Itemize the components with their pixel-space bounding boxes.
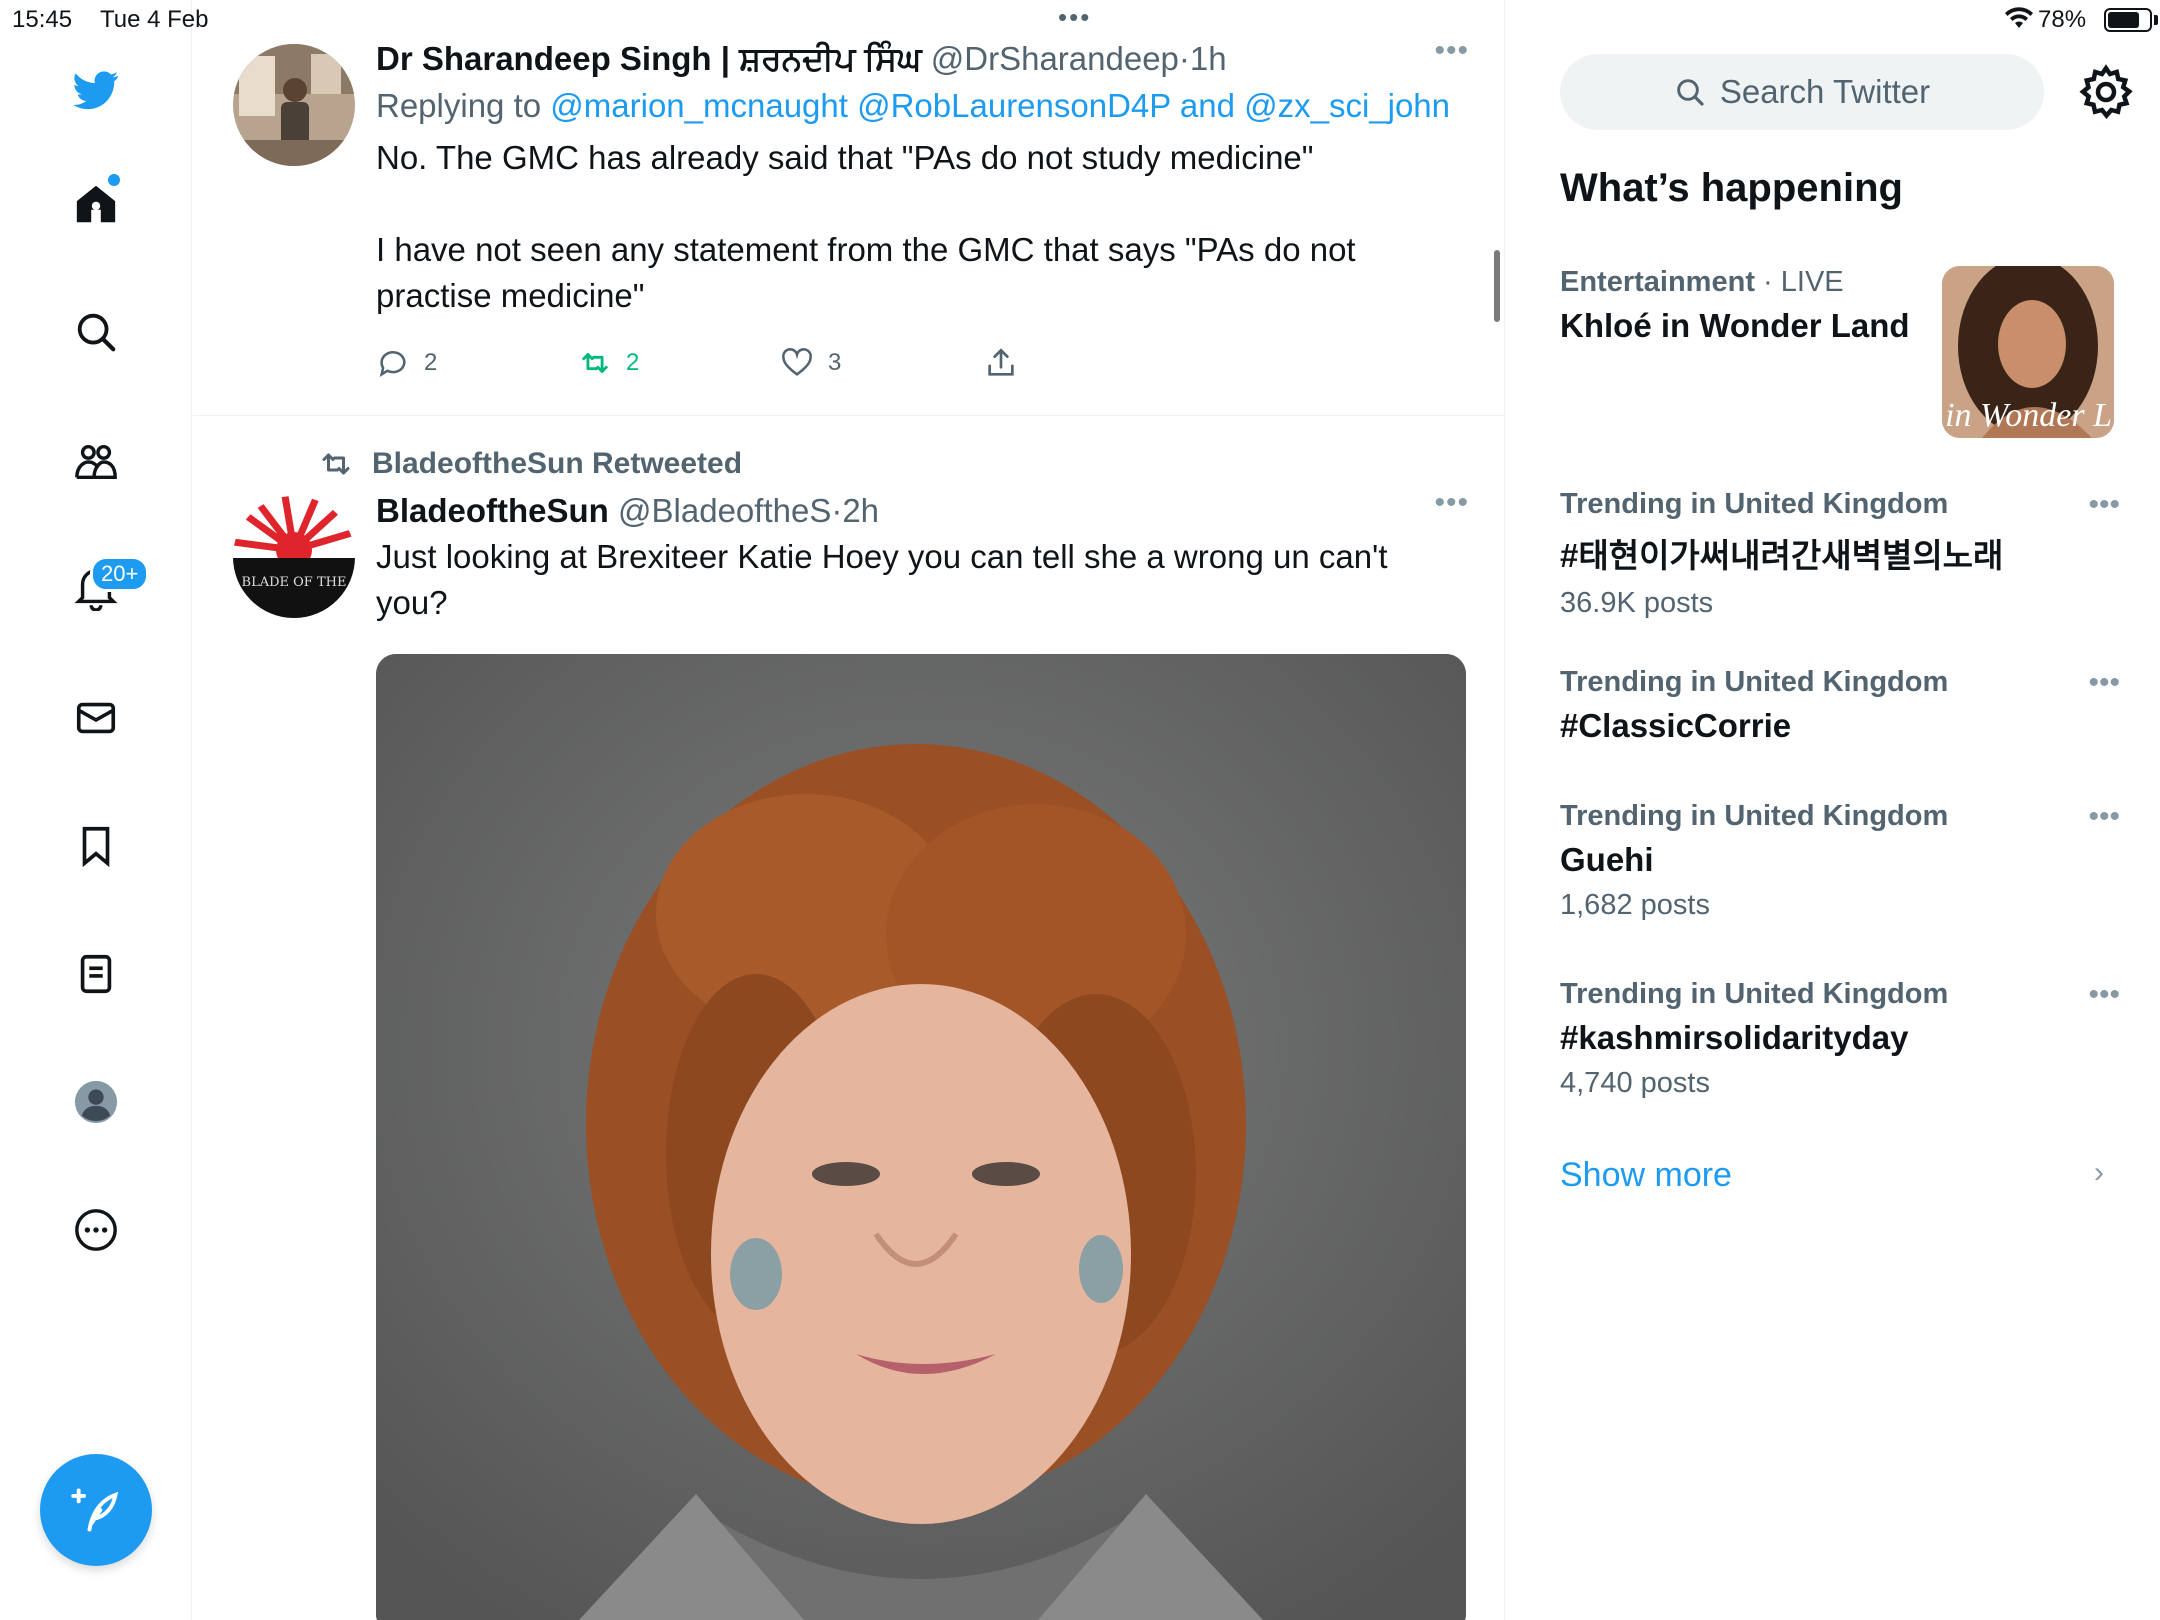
communities-icon[interactable] [64,430,128,494]
trend-item[interactable]: Trending in United Kingdom #ClassicCorri… [1560,666,2120,745]
trend-title: #태현이가써내려간새벽별의노래 [1560,537,2004,574]
twitter-logo-icon[interactable] [64,58,128,122]
timeline: Dr Sharandeep Singh | ਸ਼ਰਨਦੀਪ ਸਿੰਘ @DrSh… [193,0,1505,1620]
trend-more-icon[interactable]: ••• [2088,800,2120,834]
live-label: LIVE [1780,266,1844,298]
avatar[interactable] [233,44,355,166]
avatar[interactable]: BLADE OF THE [233,496,355,618]
right-sidebar: Search Twitter What’s happening Entertai… [1506,0,2160,1620]
share-button[interactable] [984,346,1018,380]
multitask-dots[interactable]: ••• [1058,2,1091,33]
trend-title: #kashmirsolidarityday [1560,1019,1909,1056]
tweet-text: Just looking at Brexiteer Katie Hoey you… [376,538,1388,621]
separator-dot: · [831,492,843,529]
profile-icon[interactable] [64,1070,128,1134]
search-placeholder: Search Twitter [1719,73,1931,110]
tweet-paragraph: No. The GMC has already said that "PAs d… [376,139,1314,176]
gear-icon[interactable] [2076,62,2136,122]
tweet-more-icon[interactable]: ••• [1434,486,1469,520]
status-date: Tue 4 Feb [100,6,209,33]
trend-count: 1,682 posts [1560,889,1710,921]
status-bar: 15:45 Tue 4 Feb ••• 78% [0,0,2160,40]
trend-category: Entertainment [1560,266,1755,298]
wifi-icon [2004,6,2034,37]
tweet-paragraph: I have not seen any statement from the G… [376,231,1356,314]
featured-image[interactable]: é in Wonder L [1942,266,2114,438]
lists-icon[interactable] [64,942,128,1006]
heart-icon [782,348,812,376]
retweet-count: 2 [626,349,640,376]
status-time: 15:45 [12,6,73,33]
notifications-badge: 20+ [90,556,150,592]
messages-icon[interactable] [64,686,128,750]
battery-icon [2104,8,2152,32]
trend-context: Trending in United Kingdom [1560,488,1949,520]
trend-context: Trending in United Kingdom [1560,800,1949,832]
image-caption: é in Wonder L [1942,397,2112,434]
separator-dot: · [1178,40,1190,77]
search-input[interactable]: Search Twitter [1560,54,2044,130]
trend-more-icon[interactable]: ••• [2088,978,2120,1012]
avatar-text: BLADE OF THE [242,575,347,590]
trend-context: Trending in United Kingdom [1560,666,1949,698]
author-handle[interactable]: @BladeoftheS [618,492,831,529]
author-handle[interactable]: @DrSharandeep [931,40,1179,77]
replying-to: Replying to @marion_mcnaught @RobLaurens… [376,87,1465,125]
trend-context: Trending in United Kingdom [1560,978,1949,1010]
trend-more-icon[interactable]: ••• [2088,666,2120,700]
compose-tweet-button[interactable] [40,1454,152,1566]
tweet-photo[interactable] [376,654,1466,1620]
share-icon [988,348,1014,376]
mention-links[interactable]: @marion_mcnaught @RobLaurensonD4P and @z… [550,87,1450,124]
more-icon[interactable] [64,1198,128,1262]
trend-title: #ClassicCorrie [1560,707,1792,744]
trend-item[interactable]: Trending in United Kingdom Guehi 1,682 p… [1560,800,2120,922]
trend-context: Entertainment · LIVE [1560,266,1960,299]
like-button[interactable]: 3 [780,346,841,380]
chevron-right-icon[interactable]: › [2094,1156,2104,1190]
retweeted-by-label: BladeoftheSun Retweeted [372,447,743,480]
author-name[interactable]: Dr Sharandeep Singh | ਸ਼ਰਨਦੀਪ ਸਿੰਘ [376,40,922,77]
home-unread-dot [108,174,120,186]
tweet-time[interactable]: 2h [842,492,879,529]
retweet-button[interactable]: 2 [578,346,639,380]
tweet[interactable]: BladeoftheSun Retweeted BLADE OF THE Bla… [193,416,1504,1620]
replying-label: Replying to [376,87,542,124]
trend-item[interactable]: Trending in United Kingdom #태현이가써내려간새벽별의… [1560,488,2120,620]
trend-count: 36.9K posts [1560,587,1714,619]
show-more-link[interactable]: Show more [1560,1156,1732,1195]
separator-dot: · [1763,266,1773,298]
trend-count: 4,740 posts [1560,1067,1710,1099]
search-icon [1677,79,1704,106]
retweet-icon [582,353,608,373]
author-name[interactable]: BladeoftheSun [376,492,609,529]
trend-more-icon[interactable]: ••• [2088,488,2120,522]
trend-item[interactable]: Trending in United Kingdom #kashmirsolid… [1560,978,2120,1100]
scrollbar[interactable] [1494,250,1500,322]
battery-percent: 78% [2038,6,2087,33]
bookmarks-icon[interactable] [64,814,128,878]
tweet-time[interactable]: 1h [1190,40,1227,77]
reply-icon [379,351,406,378]
tweet-text: No. The GMC has already said that "PAs d… [376,135,1465,319]
reply-button[interactable]: 2 [376,346,437,380]
like-count: 3 [828,349,842,376]
section-title: What’s happening [1560,166,1903,210]
reply-count: 2 [424,349,438,376]
trend-title: Khloé in Wonder Land [1560,307,1910,344]
trend-title: Guehi [1560,841,1654,878]
tweet[interactable]: Dr Sharandeep Singh | ਸ਼ਰਨਦੀਪ ਸਿੰਘ @DrSh… [193,30,1504,416]
featured-trend[interactable]: Entertainment · LIVE Khloé in Wonder Lan… [1560,266,1960,345]
retweet-icon [322,453,350,475]
retweet-context[interactable]: BladeoftheSun Retweeted [318,446,742,482]
sidebar-nav: 20+ [0,0,192,1620]
search-icon[interactable] [64,300,128,364]
